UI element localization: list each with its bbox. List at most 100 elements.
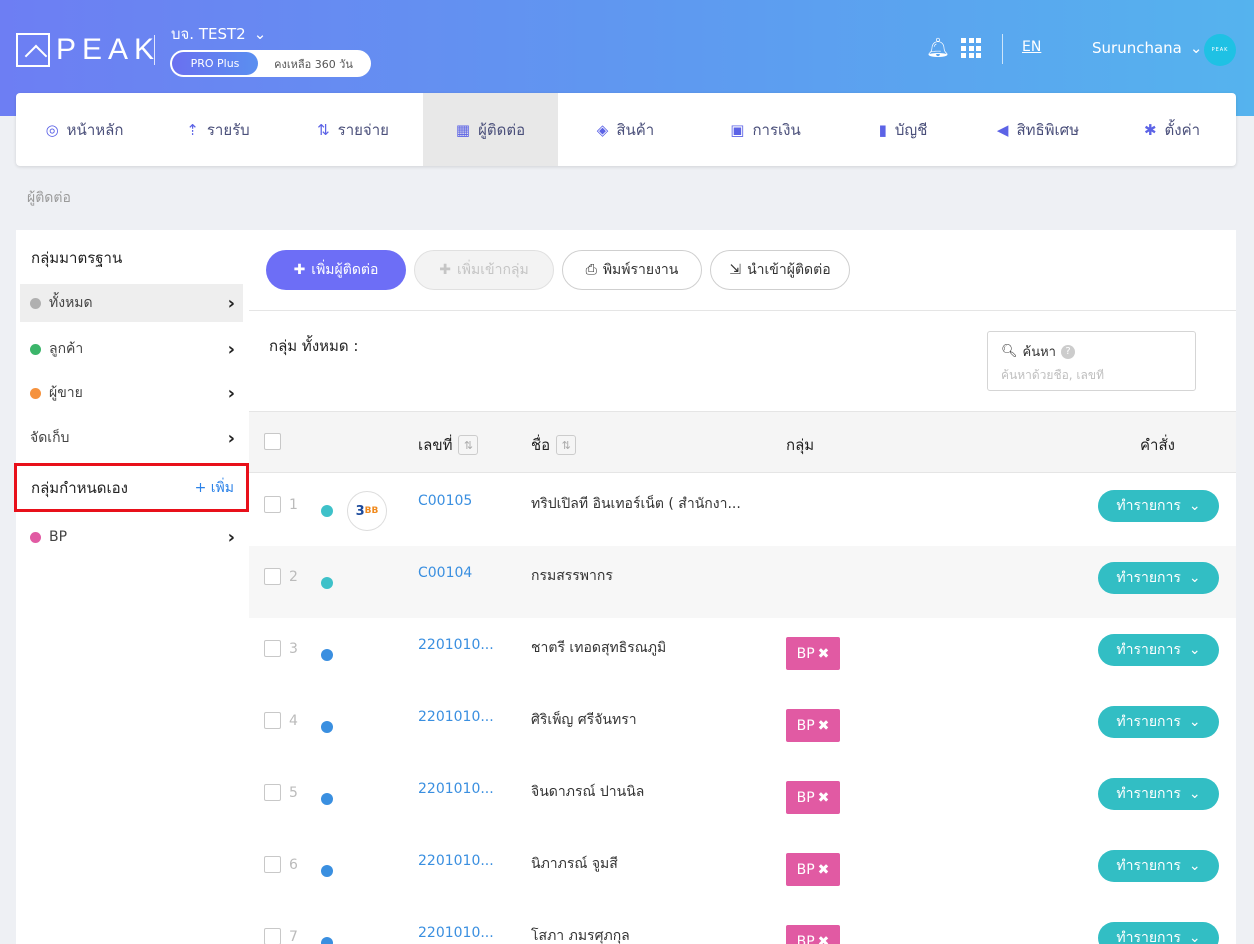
chevron-right-icon: ›	[227, 338, 235, 360]
action-button[interactable]: ทำรายการ ⌄	[1098, 562, 1219, 594]
table-row[interactable]: 3 2201010... ชาตรี เทอดสุทธิรณภูมิ BP ✖ ทำราย…	[249, 618, 1236, 690]
status-dot	[321, 937, 333, 944]
nav-item-0[interactable]: ◎ หน้าหลัก	[16, 93, 153, 166]
table-row[interactable]: 6 2201010... นิภาภรณ์ จูมสี BP ✖ ทำรายการ ⌄	[249, 834, 1236, 906]
row-number: 3	[289, 640, 298, 657]
user-menu[interactable]: Surunchana ⌄	[1092, 39, 1202, 57]
table-row[interactable]: 5 2201010... จินดาภรณ์ ปานนิล BP ✖ ทำรายการ ⌄	[249, 762, 1236, 834]
chevron-down-icon: ⌄	[1188, 930, 1201, 944]
sidebar-item-label: BP	[49, 529, 68, 545]
add-contact-button[interactable]: ✚ เพิ่มผู้ติดต่อ	[266, 250, 406, 290]
nav-item-5[interactable]: ▣ การเงิน	[693, 93, 838, 166]
sort-icon[interactable]: ⇅	[556, 435, 577, 455]
contact-code[interactable]: 2201010...	[418, 709, 494, 725]
contact-code[interactable]: 2201010...	[418, 637, 494, 653]
close-icon[interactable]: ✖	[818, 862, 830, 878]
sidebar-item-bp[interactable]: BP ›	[20, 518, 243, 556]
action-button[interactable]: ทำรายการ ⌄	[1098, 922, 1219, 944]
row-checkbox[interactable]	[264, 928, 281, 944]
table-row[interactable]: 7 2201010... โสภา ภมรศุภกุล BP ✖ ทำรายการ ⌄	[249, 906, 1236, 944]
chevron-right-icon: ›	[227, 292, 235, 314]
nav-item-3[interactable]: ▦ ผู้ติดต่อ	[423, 93, 558, 166]
row-select[interactable]: 1	[264, 496, 298, 513]
add-group-link[interactable]: + เพิ่ม	[195, 477, 234, 499]
peak-logo[interactable]: PEAK	[16, 33, 160, 67]
table-row[interactable]: 4 2201010... ศิริเพ็ญ ศรีจันทรา BP ✖ ทำรายการ…	[249, 690, 1236, 762]
row-checkbox[interactable]	[264, 856, 281, 873]
row-checkbox[interactable]	[264, 712, 281, 729]
search-box: 🔍︎ ค้นหา ?	[987, 331, 1196, 391]
divider	[154, 35, 155, 65]
row-checkbox[interactable]	[264, 496, 281, 513]
row-number: 7	[289, 928, 298, 944]
contact-code[interactable]: C00105	[418, 493, 472, 509]
plus-icon: ✚	[439, 262, 451, 278]
import-contacts-button[interactable]: ⇲ นำเข้าผู้ติดต่อ	[710, 250, 850, 290]
column-code[interactable]: เลขที่ ⇅	[418, 433, 479, 457]
avatar[interactable]: PEAK	[1204, 34, 1236, 66]
sidebar-item-customers[interactable]: ลูกค้า ›	[20, 330, 243, 368]
nav-item-2[interactable]: ⇅ รายจ่าย	[283, 93, 423, 166]
table-row[interactable]: 2 C00104 กรมสรรพากร ทำรายการ ⌄	[249, 546, 1236, 618]
action-button[interactable]: ทำรายการ ⌄	[1098, 850, 1219, 882]
search-input[interactable]	[1001, 368, 1181, 382]
company-selector[interactable]: บจ. TEST2 ⌄	[171, 22, 266, 46]
sort-icon[interactable]: ⇅	[458, 435, 479, 455]
sidebar-item-archived[interactable]: จัดเก็บ ›	[20, 419, 243, 457]
add-to-group-button[interactable]: ✚ เพิ่มเข้ากลุ่ม	[414, 250, 554, 290]
select-all-checkbox[interactable]	[264, 433, 281, 450]
money-icon: ▣	[730, 120, 745, 139]
account-icon: ▮	[878, 120, 887, 139]
bell-icon[interactable]: 🔔︎	[926, 36, 950, 59]
row-number: 6	[289, 856, 298, 873]
row-checkbox[interactable]	[264, 568, 281, 585]
group-tag-label: BP	[796, 933, 815, 944]
language-switch[interactable]: EN	[1022, 39, 1041, 55]
action-button[interactable]: ทำรายการ ⌄	[1098, 490, 1219, 522]
contact-code[interactable]: 2201010...	[418, 781, 494, 797]
nav-item-1[interactable]: ⇡ รายรับ	[153, 93, 283, 166]
close-icon[interactable]: ✖	[818, 934, 830, 944]
group-tag-label: BP	[796, 861, 815, 878]
contact-code[interactable]: 2201010...	[418, 925, 494, 941]
status-dot	[321, 577, 333, 589]
chevron-right-icon: ›	[227, 427, 235, 449]
apps-grid-icon[interactable]	[961, 38, 981, 58]
action-button[interactable]: ทำรายการ ⌄	[1098, 634, 1219, 666]
row-checkbox[interactable]	[264, 640, 281, 657]
row-select[interactable]: 3	[264, 640, 298, 657]
plan-name: PRO Plus	[172, 52, 258, 75]
product-icon: ◈	[596, 120, 609, 139]
print-report-button[interactable]: ⎙ พิมพ์รายงาน	[562, 250, 702, 290]
nav-item-4[interactable]: ◈ สินค้า	[558, 93, 693, 166]
close-icon[interactable]: ✖	[818, 790, 830, 806]
sidebar-item-all[interactable]: ทั้งหมด ›	[20, 284, 243, 322]
action-button[interactable]: ทำรายการ ⌄	[1098, 778, 1219, 810]
contact-code[interactable]: C00104	[418, 565, 472, 581]
contact-name: นิภาภรณ์ จูมสี	[531, 856, 618, 872]
row-select[interactable]: 2	[264, 568, 298, 585]
row-checkbox[interactable]	[264, 784, 281, 801]
contact-code[interactable]: 2201010...	[418, 853, 494, 869]
row-number: 4	[289, 712, 298, 729]
status-dot	[30, 297, 41, 309]
help-icon[interactable]: ?	[1060, 344, 1075, 359]
row-select[interactable]: 5	[264, 784, 298, 801]
main-nav: ◎ หน้าหลัก ⇡ รายรับ ⇅ รายจ่าย ▦ ผู้ติดต่อ ◈ สินค้…	[16, 93, 1236, 166]
table-row[interactable]: 1 3 BB C00105 ทริปเปิลที อินเทอร์เน็ต ( สำนั…	[249, 474, 1236, 546]
button-label: เพิ่มเข้ากลุ่ม	[456, 262, 529, 278]
row-select[interactable]: 4	[264, 712, 298, 729]
nav-item-7[interactable]: ◀ สิทธิพิเศษ	[968, 93, 1108, 166]
nav-item-8[interactable]: ✱ ตั้งค่า	[1108, 93, 1236, 166]
row-select[interactable]: 7	[264, 928, 298, 944]
row-select[interactable]: 6	[264, 856, 298, 873]
close-icon[interactable]: ✖	[818, 646, 830, 662]
close-icon[interactable]: ✖	[818, 718, 830, 734]
nav-item-6[interactable]: ▮ บัญชี	[838, 93, 968, 166]
chevron-down-icon: ⌄	[253, 25, 267, 43]
nav-item-label: สินค้า	[616, 120, 655, 139]
action-button[interactable]: ทำรายการ ⌄	[1098, 706, 1219, 738]
column-name[interactable]: ชื่อ ⇅	[531, 433, 577, 457]
sidebar-item-vendors[interactable]: ผู้ขาย ›	[20, 374, 243, 412]
button-label: เพิ่มผู้ติดต่อ	[311, 262, 379, 278]
